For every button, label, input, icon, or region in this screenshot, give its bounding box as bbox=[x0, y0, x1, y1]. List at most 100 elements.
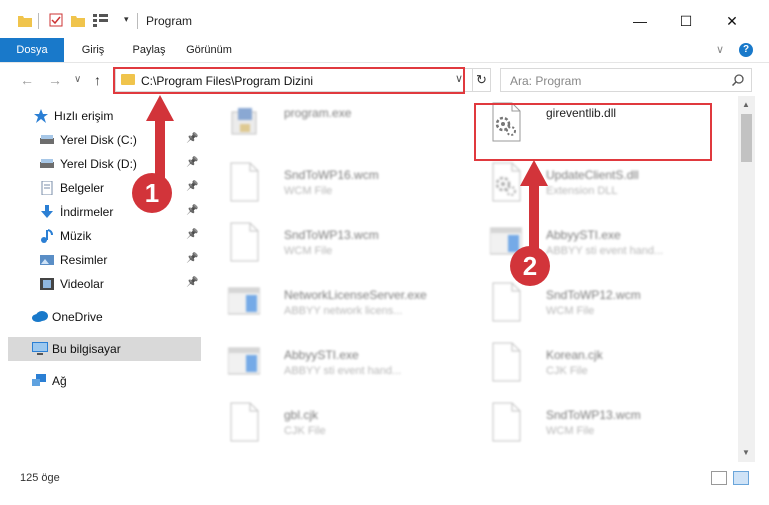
nav-item-label: Yerel Disk (C:) bbox=[60, 133, 137, 147]
pictures-icon bbox=[40, 253, 54, 267]
up-button[interactable]: ↑ bbox=[94, 72, 101, 88]
back-button[interactable]: ← bbox=[20, 72, 34, 88]
pin-icon[interactable]: 📌 bbox=[186, 181, 198, 192]
file-item[interactable]: SndToWP16.wcm WCM File bbox=[208, 156, 448, 212]
title-bar: ▾ Program — ☐ ✕ bbox=[0, 0, 769, 38]
file-name: gbl.cjk bbox=[284, 408, 319, 422]
blank-file-icon bbox=[490, 282, 522, 322]
file-item[interactable]: program.exe bbox=[208, 96, 448, 152]
star-icon bbox=[34, 109, 48, 123]
customize-toolbar-icon[interactable]: ▾ bbox=[124, 14, 129, 25]
download-icon bbox=[40, 205, 54, 219]
scroll-down-icon[interactable]: ▼ bbox=[742, 448, 750, 457]
file-name: SndToWP16.wcm bbox=[284, 168, 379, 182]
file-name: SndToWP13.wcm bbox=[546, 408, 641, 422]
separator bbox=[38, 13, 39, 29]
close-button[interactable]: ✕ bbox=[709, 8, 755, 34]
app-icon bbox=[227, 342, 261, 382]
app-icon bbox=[227, 282, 261, 322]
ribbon-tabs: Dosya Giriş Paylaş Görünüm ∨ ? bbox=[0, 38, 769, 62]
file-type: CJK File bbox=[546, 365, 588, 377]
pin-icon[interactable]: 📌 bbox=[186, 229, 198, 240]
nav-item-label: İndirmeler bbox=[60, 205, 114, 219]
file-type: CJK File bbox=[284, 425, 326, 437]
file-item[interactable]: SndToWP13.wcm WCM File bbox=[208, 216, 448, 272]
pin-icon[interactable]: 📌 bbox=[186, 205, 198, 216]
file-name: UpdateClientS.dll bbox=[546, 168, 639, 182]
pin-icon[interactable]: 📌 bbox=[186, 253, 198, 264]
maximize-button[interactable]: ☐ bbox=[663, 8, 709, 34]
nav-item-label: Bu bilgisayar bbox=[52, 342, 121, 356]
drive-icon bbox=[40, 157, 54, 171]
help-icon[interactable]: ? bbox=[739, 43, 753, 57]
search-box[interactable]: Ara: Program bbox=[500, 68, 752, 92]
file-item[interactable]: UpdateClientS.dll Extension DLL bbox=[470, 156, 710, 212]
scrollbar-thumb[interactable] bbox=[741, 114, 752, 162]
file-type: WCM File bbox=[546, 425, 595, 437]
file-type: ABBYY sti event hand... bbox=[284, 365, 402, 377]
large-icons-view-icon[interactable] bbox=[733, 471, 749, 485]
scroll-up-icon[interactable]: ▲ bbox=[742, 100, 750, 109]
address-highlight-box bbox=[113, 67, 465, 94]
nav-item[interactable]: OneDrive bbox=[0, 305, 201, 329]
cloud-icon bbox=[32, 310, 48, 324]
vertical-scrollbar[interactable]: ▲ ▼ bbox=[738, 96, 755, 462]
nav-item[interactable]: Videolar 📌 bbox=[0, 272, 201, 296]
pin-icon[interactable]: 📌 bbox=[186, 277, 198, 288]
recent-locations-icon[interactable]: ∨ bbox=[74, 74, 81, 85]
file-item[interactable]: Korean.cjk CJK File bbox=[470, 336, 710, 392]
separator bbox=[137, 13, 138, 29]
properties-icon[interactable] bbox=[49, 13, 63, 27]
nav-item-label: Resimler bbox=[60, 253, 108, 267]
tab-home[interactable]: Giriş bbox=[66, 38, 120, 62]
new-folder-icon[interactable] bbox=[71, 13, 85, 27]
file-item[interactable]: AbbyySTI.exe ABBYY sti event hand... bbox=[208, 336, 448, 392]
nav-item[interactable]: Resimler 📌 bbox=[0, 248, 201, 272]
file-type: WCM File bbox=[546, 305, 595, 317]
blank-file-icon bbox=[490, 402, 522, 442]
file-type: WCM File bbox=[284, 185, 333, 197]
nav-item[interactable]: Ağ bbox=[0, 369, 201, 393]
tab-share[interactable]: Paylaş bbox=[122, 38, 176, 62]
documents-icon bbox=[40, 180, 54, 196]
details-view-icon[interactable] bbox=[711, 471, 727, 485]
tab-view[interactable]: Görünüm bbox=[180, 38, 238, 62]
tab-file[interactable]: Dosya bbox=[0, 38, 64, 62]
file-item[interactable]: NetworkLicenseServer.exe ABBYY network li… bbox=[208, 276, 448, 332]
refresh-button[interactable]: ↻ bbox=[472, 69, 490, 91]
nav-item[interactable]: Bu bilgisayar bbox=[8, 337, 201, 361]
pin-icon[interactable]: 📌 bbox=[186, 157, 198, 168]
item-count: 125 öge bbox=[20, 472, 60, 484]
file-item[interactable]: SndToWP13.wcm WCM File bbox=[470, 396, 710, 452]
drive-icon bbox=[40, 133, 54, 147]
callout-number-1: 1 bbox=[132, 173, 172, 213]
file-name: Korean.cjk bbox=[546, 348, 603, 362]
file-type: ABBYY sti event hand... bbox=[546, 245, 664, 257]
nav-item-label: Ağ bbox=[52, 374, 67, 388]
file-item[interactable]: AbbyySTI.exe ABBYY sti event hand... bbox=[470, 216, 710, 272]
address-row: ← → ∨ ↑ C:\Program Files\Program Dizini … bbox=[0, 62, 769, 96]
file-item[interactable]: gbl.cjk CJK File bbox=[208, 396, 448, 452]
blank-file-icon bbox=[228, 162, 260, 202]
nav-item-label: Belgeler bbox=[60, 181, 105, 195]
pin-icon[interactable]: 📌 bbox=[186, 133, 198, 144]
callout-arrow-2 bbox=[520, 160, 548, 255]
folder-icon bbox=[18, 13, 32, 27]
file-name: NetworkLicenseServer.exe bbox=[284, 288, 427, 302]
file-item[interactable]: SndToWP12.wcm WCM File bbox=[470, 276, 710, 332]
callout-number-2: 2 bbox=[510, 246, 550, 286]
music-icon bbox=[40, 229, 54, 243]
nav-item[interactable]: Müzik 📌 bbox=[0, 224, 201, 248]
expand-ribbon-icon[interactable]: ∨ bbox=[716, 43, 724, 56]
forward-button[interactable]: → bbox=[48, 72, 62, 88]
status-bar: 125 öge bbox=[0, 462, 769, 505]
file-type: Extension DLL bbox=[546, 185, 618, 197]
exe-icon bbox=[228, 102, 260, 142]
nav-item-label: Videolar bbox=[60, 277, 104, 291]
nav-item[interactable]: İndirmeler 📌 bbox=[0, 200, 201, 224]
file-name: SndToWP13.wcm bbox=[284, 228, 379, 242]
file-name: AbbyySTI.exe bbox=[284, 348, 359, 362]
minimize-button[interactable]: — bbox=[617, 8, 663, 34]
view-options-icon[interactable] bbox=[93, 13, 108, 27]
search-input[interactable]: Ara: Program bbox=[510, 74, 581, 88]
